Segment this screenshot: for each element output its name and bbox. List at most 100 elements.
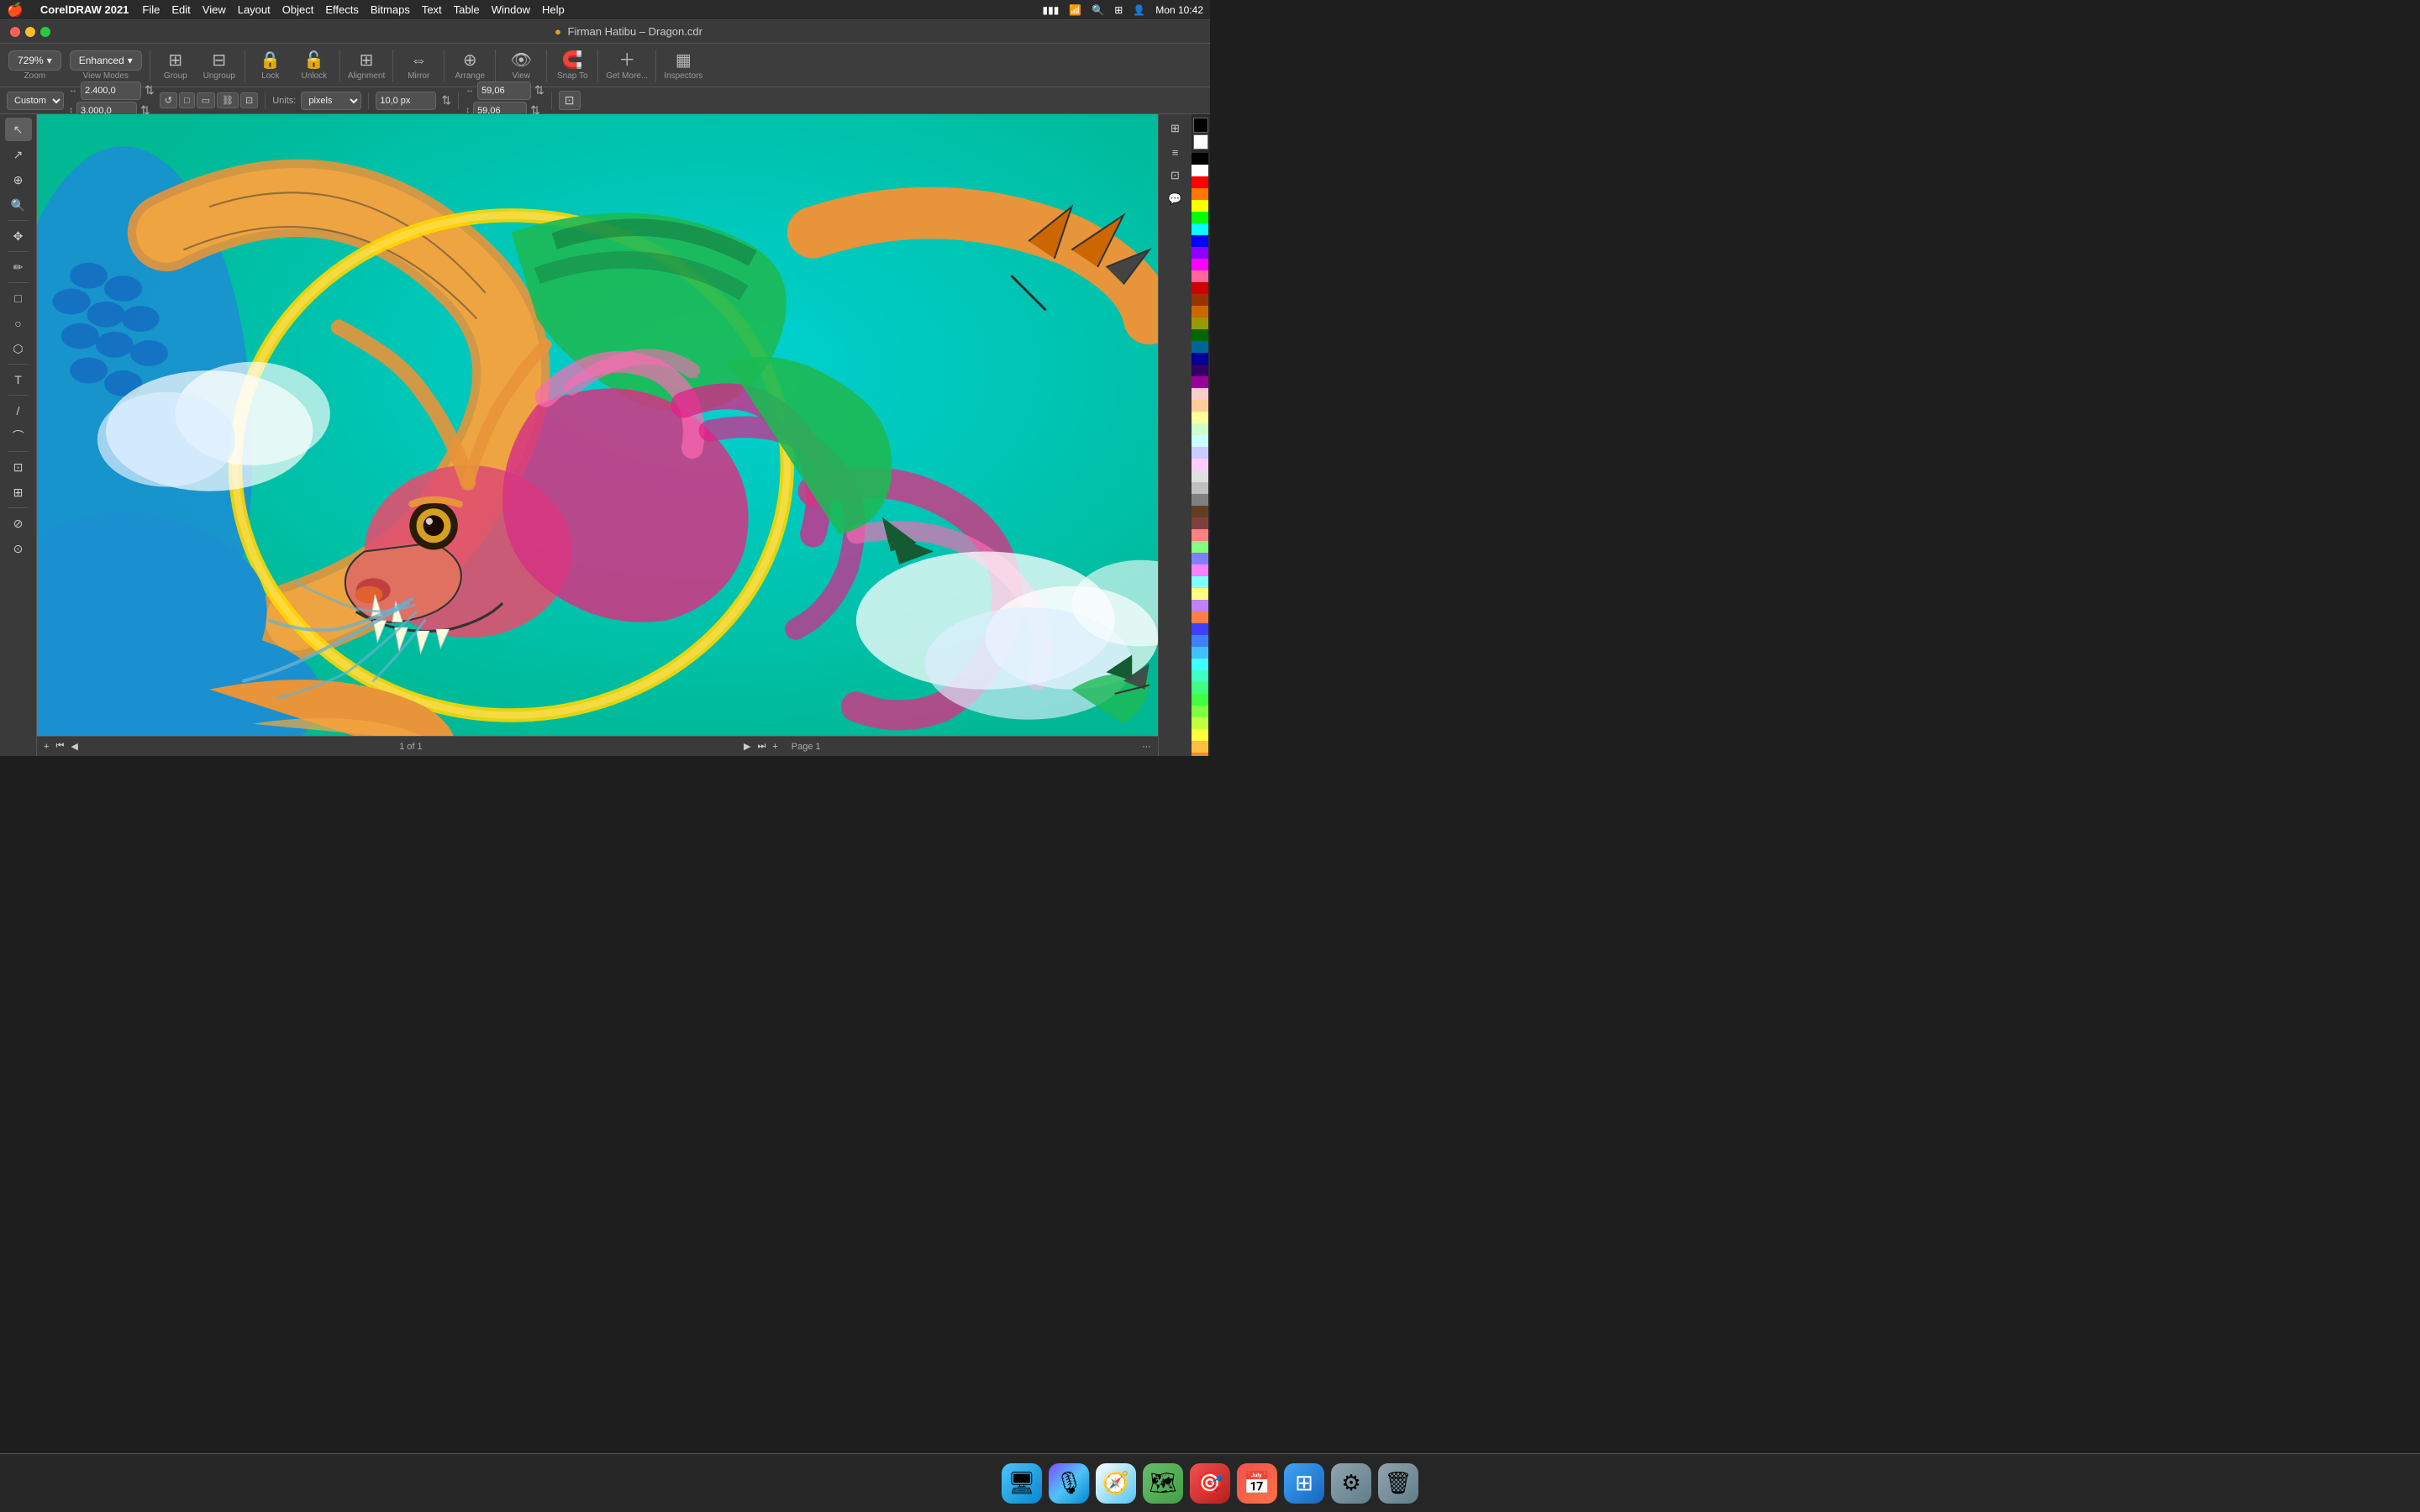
line-tool[interactable]: / xyxy=(5,399,32,423)
color-swatch[interactable] xyxy=(1192,188,1208,200)
dock-fantastical[interactable]: 📅 xyxy=(1237,1463,1277,1504)
color-swatch[interactable] xyxy=(1192,541,1208,553)
fill-tool[interactable]: ⊙ xyxy=(5,537,32,560)
transform-panel-button[interactable]: ⊞ xyxy=(1163,118,1188,139)
shadow-tool[interactable]: ⊡ xyxy=(5,455,32,479)
text-tool[interactable]: T xyxy=(5,368,32,391)
page-nav-prev[interactable]: ◀ xyxy=(71,741,77,752)
color-swatch[interactable] xyxy=(1192,612,1208,623)
color-swatch[interactable] xyxy=(1192,670,1208,682)
color-swatch[interactable] xyxy=(1192,459,1208,470)
color-swatch[interactable] xyxy=(1192,318,1208,329)
x-stepper[interactable]: ⇅ xyxy=(534,83,544,97)
polygon-tool[interactable]: ⬡ xyxy=(5,337,32,360)
minimize-button[interactable] xyxy=(25,27,35,37)
nudge-stepper[interactable]: ⇅ xyxy=(441,93,451,108)
color-swatch[interactable] xyxy=(1192,659,1208,670)
color-swatch[interactable] xyxy=(1192,412,1208,423)
rect-tool[interactable]: □ xyxy=(5,286,32,310)
control-center-icon[interactable]: ⊞ xyxy=(1114,4,1123,16)
color-swatch[interactable] xyxy=(1192,423,1208,435)
preset-dropdown[interactable]: Custom xyxy=(7,92,64,110)
arrange-button[interactable]: ⊕ Arrange xyxy=(449,49,491,82)
zoom-dropdown[interactable]: 729% ▾ xyxy=(8,50,61,71)
close-button[interactable] xyxy=(10,27,20,37)
nudge-input[interactable] xyxy=(376,92,436,110)
color-swatch[interactable] xyxy=(1192,588,1208,600)
get-more-button[interactable]: ＋ Get More... xyxy=(602,49,651,82)
color-swatch[interactable] xyxy=(1192,494,1208,506)
width-input[interactable] xyxy=(81,81,141,100)
color-swatch[interactable] xyxy=(1192,706,1208,717)
select-tool[interactable]: ↖ xyxy=(5,118,32,141)
rotate-button[interactable]: ↺ xyxy=(160,92,177,108)
mirror-button[interactable]: ⇔ Mirror xyxy=(397,49,439,82)
color-swatch[interactable] xyxy=(1192,564,1208,576)
ungroup-button[interactable]: ⊟ Ungroup xyxy=(198,49,240,82)
width-stepper[interactable]: ⇅ xyxy=(145,83,155,97)
rect-shape2-button[interactable]: ▭ xyxy=(197,92,215,108)
ellipse-tool[interactable]: ○ xyxy=(5,312,32,335)
lock-button[interactable]: 🔒 Lock xyxy=(250,49,292,82)
menu-edit[interactable]: Edit xyxy=(171,3,190,16)
color-swatch[interactable] xyxy=(1192,729,1208,741)
rect-shape-button[interactable]: □ xyxy=(179,92,195,108)
color-swatch[interactable] xyxy=(1192,329,1208,341)
view-button[interactable]: 👁 View xyxy=(500,49,542,82)
color-swatch[interactable] xyxy=(1192,753,1208,756)
inspectors-button[interactable]: ▦ Inspectors xyxy=(660,49,706,82)
maximize-button[interactable] xyxy=(40,27,50,37)
x-input[interactable] xyxy=(477,81,531,100)
page-nav-next[interactable]: ▶ xyxy=(744,741,750,752)
page-nav-start[interactable]: ⏮ xyxy=(55,741,64,752)
color-swatch[interactable] xyxy=(1192,682,1208,694)
color-swatch[interactable] xyxy=(1192,376,1208,388)
black-swatch[interactable] xyxy=(1193,118,1208,133)
color-swatch[interactable] xyxy=(1192,212,1208,223)
ratio-button[interactable]: ⊡ xyxy=(240,92,258,108)
color-swatch[interactable] xyxy=(1192,470,1208,482)
menu-view[interactable]: View xyxy=(203,3,226,16)
subselect-tool[interactable]: ↗ xyxy=(5,143,32,166)
color-swatch[interactable] xyxy=(1192,435,1208,447)
menu-object[interactable]: Object xyxy=(282,3,314,16)
search-icon[interactable]: 🔍 xyxy=(1092,4,1104,16)
eyedropper-tool[interactable]: ⊘ xyxy=(5,512,32,535)
color-swatch[interactable] xyxy=(1192,306,1208,318)
color-swatch[interactable] xyxy=(1192,506,1208,517)
color-swatch[interactable] xyxy=(1192,529,1208,541)
more-options-button[interactable]: ··· xyxy=(1142,742,1151,752)
add-page-button[interactable]: + xyxy=(44,742,49,752)
color-swatch[interactable] xyxy=(1192,153,1208,165)
view-mode-dropdown[interactable]: Enhanced ▾ xyxy=(70,50,142,71)
color-swatch[interactable] xyxy=(1192,623,1208,635)
color-swatch[interactable] xyxy=(1192,447,1208,459)
color-swatch[interactable] xyxy=(1192,235,1208,247)
group-button[interactable]: ⊞ Group xyxy=(155,49,197,82)
color-swatch[interactable] xyxy=(1192,223,1208,235)
color-swatch[interactable] xyxy=(1192,200,1208,212)
color-swatch[interactable] xyxy=(1192,282,1208,294)
color-swatch[interactable] xyxy=(1192,400,1208,412)
view-modes-selector[interactable]: Enhanced ▾ View Modes xyxy=(66,49,145,82)
dock-maps[interactable]: 🗺 xyxy=(1143,1463,1183,1504)
menu-bitmaps[interactable]: Bitmaps xyxy=(371,3,410,16)
menu-effects[interactable]: Effects xyxy=(325,3,359,16)
dock-app[interactable]: 🎯 xyxy=(1190,1463,1230,1504)
color-swatch[interactable] xyxy=(1192,259,1208,270)
comment-panel-button[interactable]: 💬 xyxy=(1163,188,1188,210)
color-swatch[interactable] xyxy=(1192,247,1208,259)
color-swatch[interactable] xyxy=(1192,741,1208,753)
color-swatch[interactable] xyxy=(1192,553,1208,564)
canvas-area[interactable]: + ⏮ ◀ 1 of 1 ▶ ⏭ + Page 1 ··· xyxy=(37,114,1158,756)
color-swatch[interactable] xyxy=(1192,517,1208,529)
color-swatch[interactable] xyxy=(1192,576,1208,588)
color-swatch[interactable] xyxy=(1192,482,1208,494)
menu-file[interactable]: File xyxy=(142,3,160,16)
color-swatch[interactable] xyxy=(1192,388,1208,400)
app-name[interactable]: CorelDRAW 2021 xyxy=(40,3,129,16)
bezier-tool[interactable]: ✏ xyxy=(5,255,32,279)
color-swatch[interactable] xyxy=(1192,694,1208,706)
add-page-end-button[interactable]: + xyxy=(772,742,777,752)
user-icon[interactable]: 👤 xyxy=(1133,4,1145,16)
